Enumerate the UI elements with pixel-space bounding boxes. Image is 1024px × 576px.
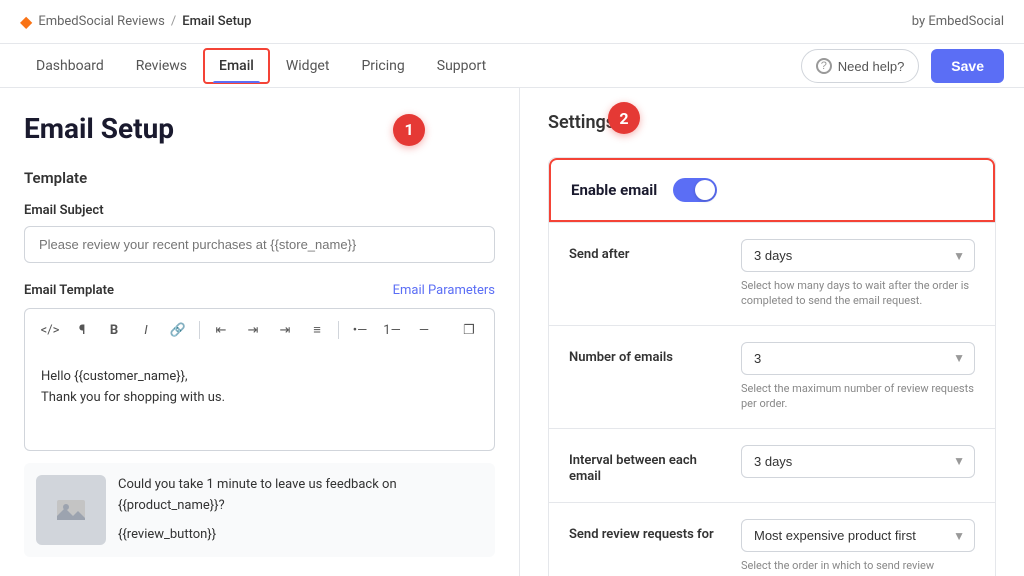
send-after-right: 3 days 1 day 2 days 5 days 7 days 14 day… — [741, 239, 975, 309]
send-review-right: Most expensive product first Least expen… — [741, 519, 975, 576]
toolbar-align-center-btn[interactable]: ⇥ — [240, 317, 266, 343]
save-button[interactable]: Save — [931, 49, 1004, 83]
preview-line3: {{review_button}} — [118, 525, 397, 546]
enable-email-row: Enable email — [549, 158, 995, 222]
send-after-select-wrapper: 3 days 1 day 2 days 5 days 7 days 14 day… — [741, 239, 975, 272]
send-after-help: Select how many days to wait after the o… — [741, 278, 975, 309]
send-after-label: Send after — [569, 239, 729, 264]
settings-title: Settings 2 — [548, 112, 996, 133]
number-emails-help: Select the maximum number of review requ… — [741, 381, 975, 412]
toolbar-fullscreen-btn[interactable]: ❐ — [456, 317, 482, 343]
nav-item-reviews[interactable]: Reviews — [120, 46, 203, 86]
brand-by: by EmbedSocial — [912, 14, 1004, 29]
send-after-select[interactable]: 3 days 1 day 2 days 5 days 7 days 14 day… — [741, 239, 975, 272]
left-panel: Email Setup Template Email Subject Email… — [0, 88, 520, 576]
email-preview: Could you take 1 minute to leave us feed… — [24, 463, 495, 557]
enable-email-label: Enable email — [571, 181, 657, 199]
number-emails-select-wrapper: 3 1 2 4 5 ▼ — [741, 342, 975, 375]
interval-right: 3 days 1 day 2 days 5 days 7 days ▼ — [741, 445, 975, 484]
interval-label: Interval between each email — [569, 445, 729, 487]
toolbar-link-btn[interactable]: 🔗 — [165, 317, 191, 343]
editor-body[interactable]: Hello {{customer_name}}, Thank you for s… — [24, 351, 495, 451]
toolbar-italic-btn[interactable]: I — [133, 317, 159, 343]
interval-select-wrapper: 3 days 1 day 2 days 5 days 7 days ▼ — [741, 445, 975, 478]
email-params-link[interactable]: Email Parameters — [393, 283, 495, 298]
send-review-select-wrapper: Most expensive product first Least expen… — [741, 519, 975, 552]
toolbar-list-ol-btn[interactable]: 1— — [379, 317, 405, 343]
toolbar-align-left-btn[interactable]: ⇤ — [208, 317, 234, 343]
nav-item-support[interactable]: Support — [421, 46, 502, 86]
number-emails-right: 3 1 2 4 5 ▼ Select the maximum number of… — [741, 342, 975, 412]
topbar-right: by EmbedSocial — [912, 14, 1004, 29]
toolbar-code-btn[interactable]: </> — [37, 317, 63, 343]
nav-item-widget[interactable]: Widget — [270, 46, 346, 86]
preview-content: Could you take 1 minute to leave us feed… — [118, 475, 397, 545]
logo-icon: ◆ — [20, 12, 32, 31]
help-icon: ? — [816, 58, 832, 74]
interval-row: Interval between each email 3 days 1 day… — [549, 429, 995, 503]
editor-line2: Thank you for shopping with us. — [41, 388, 478, 409]
preview-line2: {{product_name}}? — [118, 496, 397, 517]
annotation-2: 2 — [608, 102, 640, 134]
right-panel: Settings 2 Enable email Send after 3 day… — [520, 88, 1024, 576]
toolbar-justify-btn[interactable]: ≡ — [304, 317, 330, 343]
nav-item-dashboard[interactable]: Dashboard — [20, 46, 120, 86]
breadcrumb-page: Email Setup — [182, 14, 251, 29]
editor-toolbar: </> ¶ B I 🔗 ⇤ ⇥ ⇥ ≡ •— 1— — ❐ — [24, 308, 495, 351]
nav-item-pricing[interactable]: Pricing — [345, 46, 420, 86]
topbar-left: ◆ EmbedSocial Reviews / Email Setup — [20, 12, 251, 31]
preview-product-image — [36, 475, 106, 545]
breadcrumb-separator: / — [171, 14, 176, 29]
topbar: ◆ EmbedSocial Reviews / Email Setup by E… — [0, 0, 1024, 44]
send-review-row: Send review requests for Most expensive … — [549, 503, 995, 576]
email-subject-label: Email Subject — [24, 203, 495, 218]
email-subject-input[interactable] — [24, 226, 495, 263]
preview-line1: Could you take 1 minute to leave us feed… — [118, 475, 397, 496]
number-emails-label: Number of emails — [569, 342, 729, 367]
send-review-help: Select the order in which to send review… — [741, 558, 975, 576]
page-content: Email Setup Template Email Subject Email… — [0, 88, 1024, 576]
toolbar-hr-btn[interactable]: — — [411, 317, 437, 343]
template-header: Email Template Email Parameters — [24, 283, 495, 298]
toolbar-divider-1 — [199, 321, 200, 339]
interval-select[interactable]: 3 days 1 day 2 days 5 days 7 days — [741, 445, 975, 478]
send-after-row: Send after 3 days 1 day 2 days 5 days 7 … — [549, 223, 995, 325]
toolbar-para-btn[interactable]: ¶ — [69, 317, 95, 343]
email-template-label: Email Template — [24, 283, 114, 298]
number-emails-row: Number of emails 3 1 2 4 5 ▼ Select the … — [549, 326, 995, 428]
help-button[interactable]: ? Need help? — [801, 49, 920, 83]
editor-line1: Hello {{customer_name}}, — [41, 367, 478, 388]
settings-card: Enable email Send after 3 days 1 day 2 d… — [548, 157, 996, 576]
send-review-label: Send review requests for — [569, 519, 729, 544]
enable-email-toggle[interactable] — [673, 178, 717, 202]
send-review-select[interactable]: Most expensive product first Least expen… — [741, 519, 975, 552]
toolbar-align-right-btn[interactable]: ⇥ — [272, 317, 298, 343]
nav: Dashboard Reviews Email 1 Widget Pricing… — [0, 44, 1024, 88]
number-emails-select[interactable]: 3 1 2 4 5 — [741, 342, 975, 375]
toolbar-bold-btn[interactable]: B — [101, 317, 127, 343]
template-section-title: Template — [24, 169, 495, 187]
annotation-1: 1 — [393, 114, 425, 146]
nav-item-email[interactable]: Email 1 — [203, 48, 270, 84]
toolbar-divider-2 — [338, 321, 339, 339]
app-brand: EmbedSocial Reviews — [38, 14, 165, 29]
toolbar-list-ul-btn[interactable]: •— — [347, 317, 373, 343]
